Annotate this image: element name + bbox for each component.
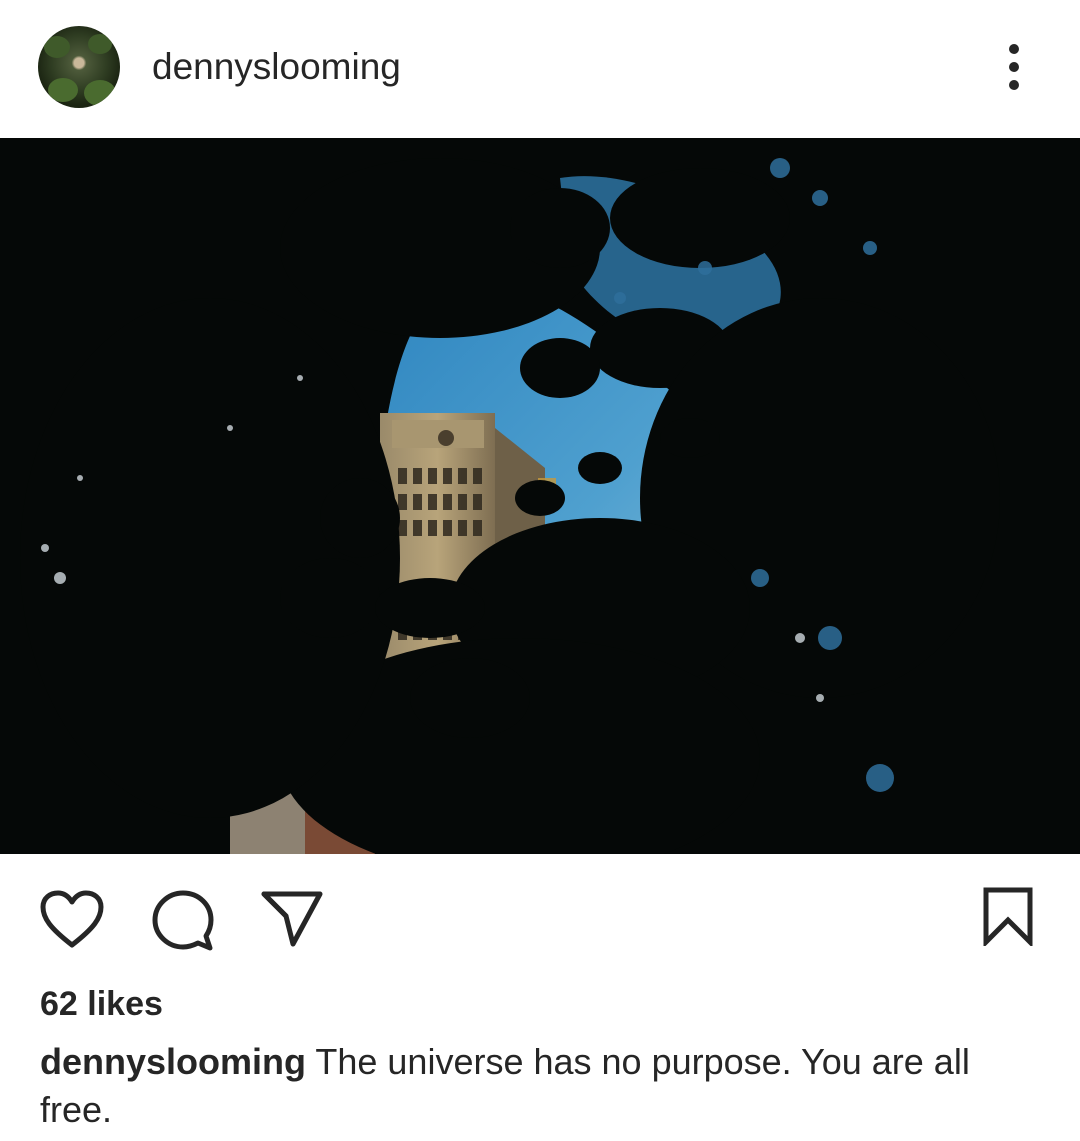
heart-icon[interactable] <box>40 890 104 950</box>
more-vertical-icon <box>1009 44 1019 54</box>
caption-username[interactable]: dennyslooming <box>40 1041 306 1082</box>
avatar[interactable] <box>38 26 120 108</box>
bookmark-icon[interactable] <box>982 886 1034 946</box>
post-image <box>0 138 1080 854</box>
post-photo[interactable] <box>0 138 1080 854</box>
send-icon[interactable] <box>260 890 324 948</box>
comment-icon[interactable] <box>152 890 214 952</box>
post-caption: dennyslooming The universe has no purpos… <box>40 1038 1030 1134</box>
more-options-button[interactable] <box>996 38 1032 96</box>
post-username[interactable]: dennyslooming <box>152 44 401 90</box>
likes-count[interactable]: 62 likes <box>40 984 163 1024</box>
post-header: dennyslooming <box>0 0 1080 138</box>
post-actions <box>0 854 1080 984</box>
